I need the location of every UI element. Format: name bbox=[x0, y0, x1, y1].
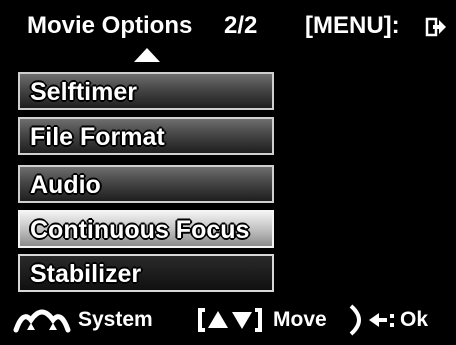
menu-item-file-format[interactable]: File Format bbox=[18, 117, 274, 155]
menu-item-label: Selftimer bbox=[30, 78, 137, 106]
menu-item-audio[interactable]: Audio bbox=[18, 165, 274, 203]
menu-item-selftimer[interactable]: Selftimer bbox=[18, 72, 274, 110]
system-hint-label: System bbox=[78, 308, 153, 331]
menu-item-label: Stabilizer bbox=[30, 260, 142, 288]
up-down-arrows-icon bbox=[198, 308, 262, 332]
move-hint-label: Move bbox=[273, 308, 327, 331]
system-wave-icon bbox=[13, 309, 71, 333]
menu-item-label: Audio bbox=[30, 171, 101, 199]
page-title: Movie Options bbox=[27, 12, 193, 39]
ok-dial-icon bbox=[349, 304, 394, 336]
camera-menu-screen: Movie Options 2/2 [MENU]: Selftimer File… bbox=[0, 0, 456, 345]
page-indicator: 2/2 bbox=[224, 12, 258, 39]
menu-exit-hint: [MENU]: bbox=[305, 12, 400, 39]
button-hint-bar: System Move Ok bbox=[0, 296, 456, 345]
menu-header: Movie Options 2/2 [MENU]: bbox=[0, 0, 456, 62]
up-arrow-icon bbox=[134, 48, 160, 62]
ok-hint-label: Ok bbox=[400, 308, 429, 331]
menu-item-continuous-focus[interactable]: Continuous Focus bbox=[18, 210, 274, 248]
menu-item-label: Continuous Focus bbox=[30, 216, 250, 244]
menu-item-stabilizer[interactable]: Stabilizer bbox=[18, 254, 274, 292]
menu-item-label: File Format bbox=[30, 123, 165, 151]
exit-icon[interactable] bbox=[425, 16, 447, 38]
